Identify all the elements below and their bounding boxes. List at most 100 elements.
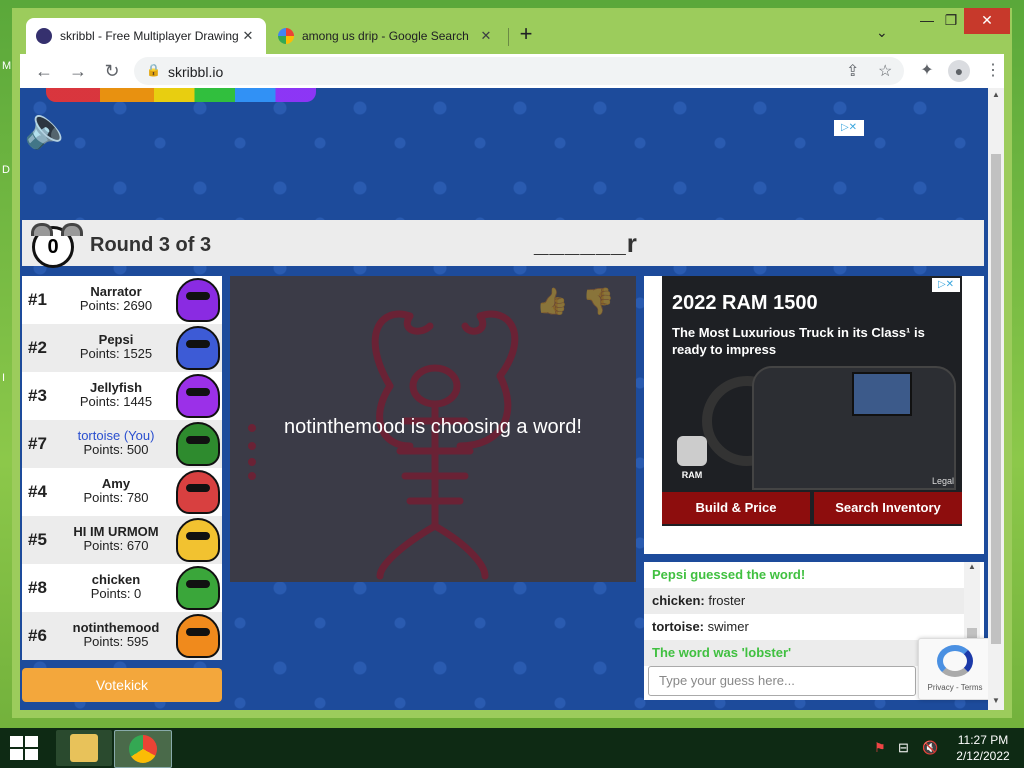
folder-icon [70,734,98,762]
chat-text: froster [704,593,746,608]
tab-separator [508,28,509,46]
ram-head-icon [677,436,707,466]
player-name: notinthemood [72,620,160,635]
votekick-button[interactable]: Votekick [22,668,222,702]
taskbar-clock[interactable]: 11:27 PM 2/12/2022 [950,732,1016,764]
player-row[interactable]: #3 Jellyfish Points: 1445 [22,372,222,420]
player-points: Points: 780 [83,490,149,505]
file-explorer-taskbar-button[interactable] [56,730,112,766]
clock-date: 2/12/2022 [956,749,1010,763]
ram-ad[interactable]: ▷✕ 2022 RAM 1500 The Most Luxurious Truc… [662,276,962,526]
player-avatar [176,566,220,610]
recaptcha-badge[interactable]: Privacy - Terms [918,638,988,700]
start-pane [10,749,23,760]
close-window-button[interactable]: ✕ [964,8,1010,34]
infotainment-screen-graphic [852,372,912,416]
start-pane [25,736,38,747]
ad-choices-icon[interactable]: ▷✕ [932,278,960,292]
player-row[interactable]: #4 Amy Points: 780 [22,468,222,516]
drawing-canvas[interactable]: 👍 👎 notinthemood is choosing a word! [230,276,636,582]
chat-message: chicken: froster [644,588,964,614]
chat-text: swimer [704,619,749,634]
player-row[interactable]: #7 tortoise (You) Points: 500 [22,420,222,468]
tab-title: among us drip - Google Search [302,29,469,43]
recaptcha-icon [937,645,973,677]
player-rank: #6 [28,626,47,645]
clock-bell-icon [31,223,53,236]
canvas-status-text: notinthemood is choosing a word! [284,416,582,438]
chat-system-message: Pepsi guessed the word! [652,567,806,582]
chrome-icon [129,735,157,763]
player-name: tortoise (You) [77,428,155,443]
page-scrollbar[interactable]: ▲ ▼ [988,88,1004,710]
tab-skribbl[interactable]: skribbl - Free Multiplayer Drawing ✕ [26,18,266,54]
game-header: 0 Round 3 of 3 ______r [22,220,984,268]
tab-search-chevron-icon[interactable]: ⌄ [876,24,888,41]
player-row[interactable]: #5 HI IM URMOM Points: 670 [22,516,222,564]
thumbs-down-icon[interactable]: 👎 [582,286,614,317]
share-icon[interactable]: ⇪ [846,61,859,81]
close-tab-icon[interactable]: ✕ [478,28,494,44]
address-bar[interactable]: 🔒 skribbl.io ⇪ ☆ [134,57,904,85]
extensions-puzzle-icon[interactable]: ✦ [916,60,938,80]
windows-start-icon[interactable] [10,736,38,760]
reload-icon[interactable]: ↻ [100,59,124,83]
player-points: Points: 0 [90,586,142,601]
ad-title: 2022 RAM 1500 [672,292,818,314]
player-rank: #2 [28,338,47,357]
round-indicator: Round 3 of 3 [90,234,212,256]
maximize-button[interactable]: ❐ [934,8,968,34]
player-points: Points: 2690 [79,298,153,313]
player-name: Amy [101,476,131,491]
action-center-flag-icon[interactable]: ⚑ [874,740,886,756]
avatar-eyes [186,436,210,444]
ad-subtitle: The Most Luxurious Truck in its Class¹ i… [672,325,925,357]
player-avatar [176,470,220,514]
back-arrow-icon[interactable]: ← [32,59,56,83]
bookmark-star-icon[interactable]: ☆ [878,61,892,81]
thumbs-up-icon[interactable]: 👍 [536,286,568,317]
ad-legal-link[interactable]: Legal [932,476,954,486]
player-row[interactable]: #2 Pepsi Points: 1525 [22,324,222,372]
network-icon[interactable]: ⊟ [898,740,909,756]
player-avatar [176,374,220,418]
avatar-eyes [186,484,210,492]
google-favicon-icon [278,28,294,44]
sound-speaker-icon[interactable]: 🔈 [24,104,74,151]
player-points: Points: 500 [83,442,149,457]
browser-toolbar: ← → ↻ 🔒 skribbl.io ⇪ ☆ ✦ ● ⋮ [20,54,1004,88]
recaptcha-links[interactable]: Privacy - Terms [919,683,988,692]
volume-muted-icon[interactable]: 🔇 [922,740,938,756]
url-text: skribbl.io [168,64,224,80]
player-name: Narrator [90,284,142,299]
player-row[interactable]: #6 notinthemood Points: 595 [22,612,222,660]
menu-kebab-icon[interactable]: ⋮ [982,60,1004,80]
scroll-down-icon[interactable]: ▼ [988,696,1004,705]
close-tab-icon[interactable]: ✕ [240,28,256,44]
player-name: Pepsi [98,332,134,347]
player-row[interactable]: #1 Narrator Points: 2690 [22,276,222,324]
brush-dot-icon [248,458,256,466]
profile-avatar-icon[interactable]: ● [948,60,970,82]
chat-scroll-up-icon[interactable]: ▲ [964,562,980,571]
scroll-up-icon[interactable]: ▲ [988,90,1004,99]
player-rank: #4 [28,482,47,501]
search-inventory-button[interactable]: Search Inventory [814,492,962,524]
build-and-price-button[interactable]: Build & Price [662,492,810,524]
brush-dot-icon [248,472,256,480]
new-tab-plus-icon[interactable]: + [514,22,538,46]
windows-taskbar: ⚑ ⊟ 🔇 11:27 PM 2/12/2022 [0,728,1024,768]
ad-choices-icon[interactable]: ▷✕ [834,120,864,136]
start-pane [10,736,23,747]
player-name: chicken [91,572,141,587]
chrome-taskbar-button[interactable] [114,730,172,768]
tab-google-search[interactable]: among us drip - Google Search ✕ [268,18,504,54]
player-row[interactable]: #8 chicken Points: 0 [22,564,222,612]
player-rank: #7 [28,434,47,453]
clock-bell-icon [61,223,83,236]
scroll-thumb[interactable] [991,154,1001,644]
forward-arrow-icon[interactable]: → [66,59,90,83]
page-viewport: 🔈 ▷✕ 0 Round 3 of 3 ______r #1 Narrator … [20,88,988,710]
chat-system-message: The word was 'lobster' [644,640,964,666]
guess-input[interactable]: Type your guess here... [648,666,916,696]
